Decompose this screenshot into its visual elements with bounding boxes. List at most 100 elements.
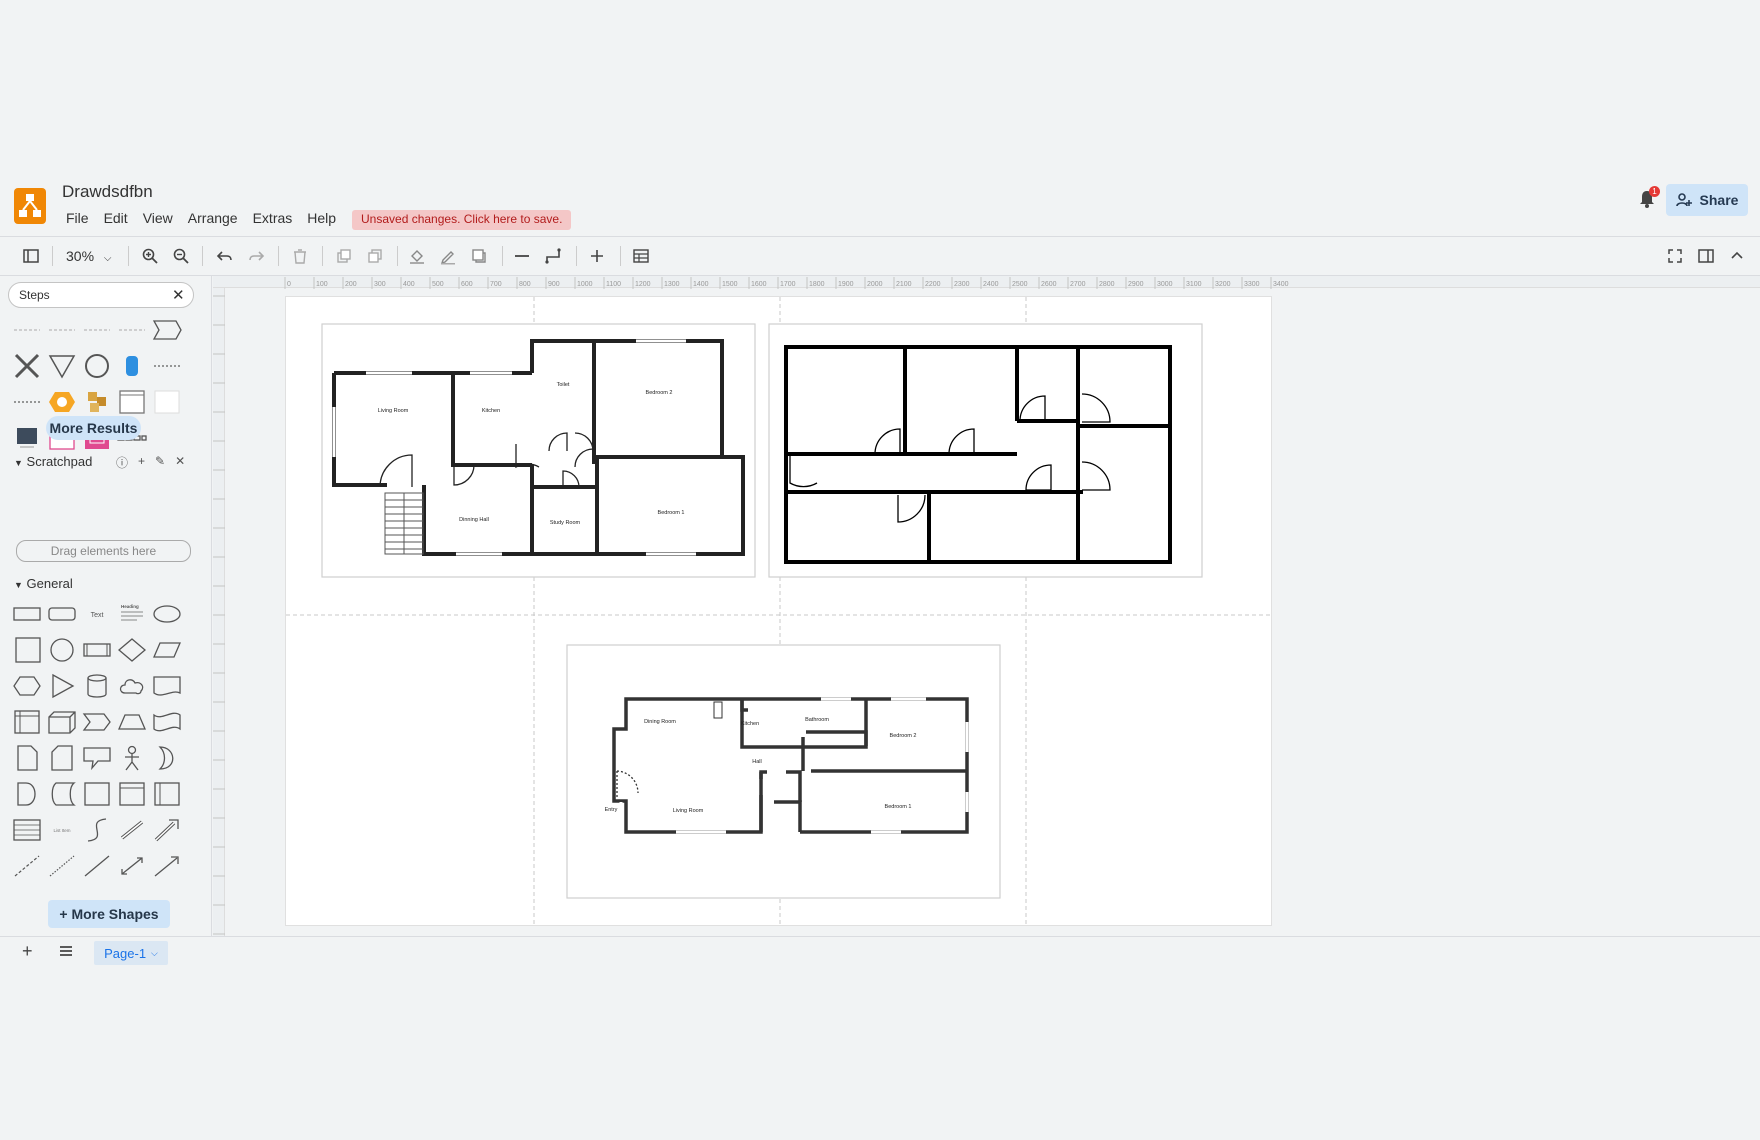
to-front-button[interactable] (333, 245, 355, 267)
shape-parallelogram[interactable] (150, 632, 184, 668)
shape-dotted-line[interactable] (10, 384, 44, 420)
shape-container[interactable] (80, 776, 114, 812)
shape-dashed-line[interactable] (80, 312, 114, 348)
menu-help[interactable]: Help (307, 210, 336, 226)
line-color-button[interactable] (437, 245, 459, 267)
shape-bidirectional-arrow[interactable] (115, 812, 149, 848)
add-page-icon[interactable]: + (22, 941, 33, 962)
diagram-canvas[interactable]: 0 100 200 300 400 500 600 700 800 900 1000 1100 1200… (213, 276, 1760, 936)
format-toggle-button[interactable] (1695, 245, 1717, 267)
shape-dashed-line[interactable] (115, 312, 149, 348)
shape-internal-storage[interactable] (10, 704, 44, 740)
pages-menu-icon[interactable] (58, 943, 74, 964)
shape-swimlane[interactable] (115, 776, 149, 812)
shape-ellipse[interactable] (150, 596, 184, 632)
insert-button[interactable] (586, 245, 608, 267)
shape-hexagon-orange[interactable] (45, 384, 79, 420)
more-results-button[interactable]: More Results (46, 416, 141, 440)
shape-note[interactable] (10, 740, 44, 776)
more-shapes-button[interactable]: + More Shapes (48, 900, 170, 928)
undo-button[interactable] (214, 245, 236, 267)
shape-curve[interactable] (80, 812, 114, 848)
share-button[interactable]: Share (1666, 184, 1748, 216)
menu-arrange[interactable]: Arrange (188, 210, 238, 226)
shape-dashed-line[interactable] (10, 312, 44, 348)
shape-card[interactable] (45, 740, 79, 776)
close-icon[interactable]: ✕ (175, 454, 185, 471)
shape-list[interactable] (10, 812, 44, 848)
drawio-logo[interactable] (14, 188, 46, 224)
unsaved-changes-notice[interactable]: Unsaved changes. Click here to save. (352, 210, 572, 230)
zoom-out-button[interactable] (170, 245, 192, 267)
shape-cloud[interactable] (115, 668, 149, 704)
shape-circle[interactable] (80, 348, 114, 384)
document-title[interactable]: Drawdsdfbn (62, 182, 153, 202)
shape-text[interactable]: Text (80, 596, 114, 632)
shape-step[interactable] (80, 704, 114, 740)
fill-color-button[interactable] (406, 245, 428, 267)
shape-or[interactable] (150, 740, 184, 776)
menu-file[interactable]: File (66, 210, 89, 226)
shape-triangle-down[interactable] (45, 348, 79, 384)
notifications-button[interactable]: 1 (1636, 186, 1660, 210)
clear-search-icon[interactable]: ✕ (172, 286, 185, 304)
redo-button[interactable] (245, 245, 267, 267)
collapse-toolbar-button[interactable] (1726, 245, 1748, 267)
shape-dashed-line[interactable] (45, 312, 79, 348)
table-button[interactable] (630, 245, 652, 267)
floorplan-1[interactable]: Living Room Kitchen Toilet Bedroom 2 Din… (321, 323, 756, 578)
shape-trapezoid[interactable] (115, 704, 149, 740)
connection-style-button[interactable] (511, 245, 533, 267)
page-tab-1[interactable]: Page-1 ⌵ (94, 941, 168, 965)
shape-tape[interactable] (150, 704, 184, 740)
shape-cylinder[interactable] (80, 668, 114, 704)
shape-vertical-swimlane[interactable] (150, 776, 184, 812)
shape-search-input[interactable]: Steps (8, 282, 194, 308)
shape-x[interactable] (10, 348, 44, 384)
shape-document[interactable] (150, 668, 184, 704)
to-back-button[interactable] (364, 245, 386, 267)
shape-dotted-line[interactable] (45, 848, 79, 884)
shape-step[interactable] (150, 312, 184, 348)
scratchpad-drop-zone[interactable]: Drag elements here (16, 540, 191, 562)
drawing-page[interactable]: Living Room Kitchen Toilet Bedroom 2 Din… (285, 296, 1273, 927)
shape-data-storage[interactable] (45, 776, 79, 812)
shape-rectangle[interactable] (10, 596, 44, 632)
format-panel-toggle[interactable] (20, 245, 42, 267)
shape-process[interactable] (80, 632, 114, 668)
shape-window[interactable] (115, 384, 149, 420)
menu-view[interactable]: View (143, 210, 173, 226)
shape-circle[interactable] (45, 632, 79, 668)
shape-callout[interactable] (80, 740, 114, 776)
shape-bidirectional-connector[interactable] (115, 848, 149, 884)
edit-icon[interactable]: ✎ (155, 454, 165, 471)
shape-hand-icon[interactable] (115, 348, 149, 384)
help-icon[interactable]: ⓘ (116, 454, 128, 471)
shape-dark-card[interactable] (10, 420, 44, 456)
shape-hexagon[interactable] (10, 668, 44, 704)
shape-list-item[interactable]: List Item (45, 812, 79, 848)
shape-actor[interactable] (115, 740, 149, 776)
shape-rounded-rectangle[interactable] (45, 596, 79, 632)
shape-cube[interactable] (45, 704, 79, 740)
add-icon[interactable]: + (138, 454, 145, 471)
floorplan-2[interactable] (768, 323, 1203, 578)
waypoints-button[interactable] (542, 245, 564, 267)
shape-dashed-line[interactable] (10, 848, 44, 884)
shape-line[interactable] (80, 848, 114, 884)
delete-button[interactable] (289, 245, 311, 267)
menu-edit[interactable]: Edit (104, 210, 128, 226)
shape-blank[interactable] (150, 384, 184, 420)
zoom-in-button[interactable] (139, 245, 161, 267)
menu-extras[interactable]: Extras (253, 210, 293, 226)
shape-square[interactable] (10, 632, 44, 668)
floorplan-3[interactable]: Dining Room Kitchen Bathroom Bedroom 2 H… (566, 644, 1001, 899)
general-header[interactable]: ▼ General (14, 576, 73, 591)
shadow-button[interactable] (468, 245, 490, 267)
fullscreen-button[interactable] (1664, 245, 1686, 267)
scratchpad-header[interactable]: ▼ Scratchpad (14, 454, 92, 469)
shape-dotted-line[interactable] (150, 348, 184, 384)
zoom-select[interactable]: 30% ⌵ (66, 248, 112, 264)
shape-triangle[interactable] (45, 668, 79, 704)
shape-textbox[interactable]: Heading (115, 596, 149, 632)
